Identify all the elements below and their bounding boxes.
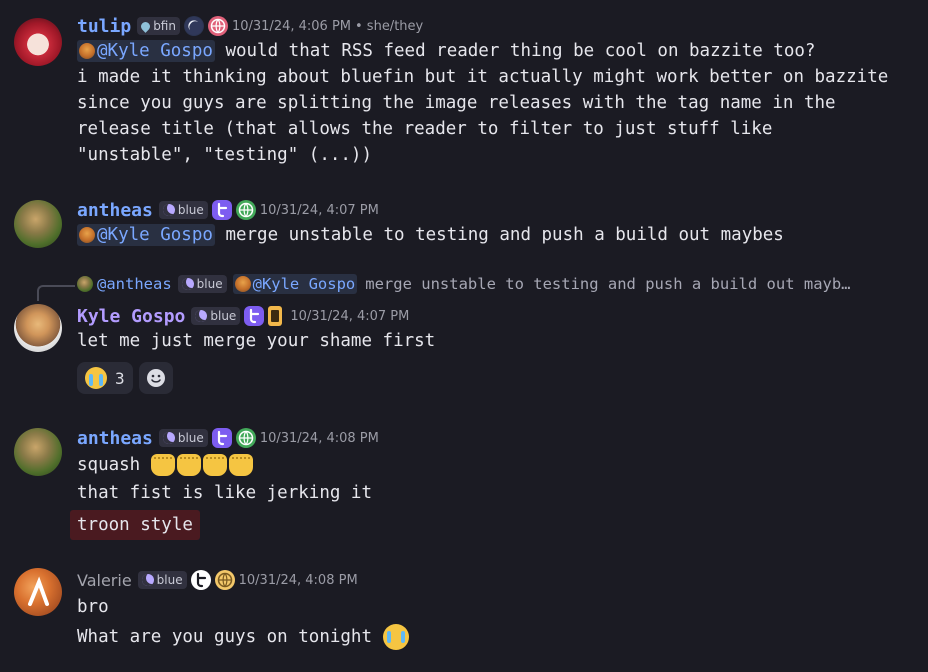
timestamp[interactable]: 10/31/24, 4:07 PM	[290, 309, 409, 324]
author-name[interactable]: antheas	[77, 428, 153, 449]
pronouns: • she/they	[355, 18, 424, 34]
mention-avatar	[234, 276, 251, 292]
reply-author[interactable]: @antheas	[97, 275, 172, 293]
globe-yellow-icon	[214, 570, 235, 590]
bazzite-logo-icon	[244, 306, 265, 326]
role-tag: bfin	[137, 17, 180, 35]
role-tag: blue	[137, 571, 187, 589]
author-name[interactable]: tulip	[77, 16, 131, 37]
bazzite-logo-icon	[211, 428, 232, 448]
smiley-add-icon	[146, 369, 165, 387]
moon-icon	[162, 432, 175, 444]
user-mention[interactable]: @Kyle Gospo	[232, 274, 358, 294]
avatar[interactable]	[14, 200, 62, 248]
reactions-bar: 3	[77, 362, 920, 394]
message-text: would that RSS feed reader thing be cool…	[214, 41, 816, 61]
globe-green-icon	[235, 200, 256, 220]
reaction-crying[interactable]: 3	[77, 362, 133, 394]
mobile-phone-icon	[268, 306, 283, 326]
moon-icon	[181, 278, 194, 290]
message-text: squash	[77, 455, 141, 475]
fedora-moon-icon	[183, 16, 204, 36]
bazzite-logo-icon	[211, 200, 232, 220]
lambda-icon	[28, 576, 49, 606]
reply-spine	[37, 285, 75, 301]
avatar[interactable]	[14, 568, 62, 616]
role-tag: blue	[158, 429, 208, 447]
timestamp[interactable]: 10/31/24, 4:08 PM	[239, 573, 358, 588]
add-reaction-button[interactable]	[138, 362, 173, 394]
raised-fist-emoji	[150, 454, 255, 476]
message-text: What are you guys on tonight	[77, 627, 373, 647]
avatar[interactable]	[14, 18, 62, 66]
message-text: bro	[77, 597, 109, 617]
author-name[interactable]: antheas	[77, 200, 153, 221]
message-text: i made it thinking about bluefin but it …	[77, 67, 889, 165]
role-tag: blue	[177, 275, 227, 293]
author-name[interactable]: Kyle Gospo	[77, 306, 185, 327]
timestamp[interactable]: 10/31/24, 4:07 PM	[260, 203, 379, 218]
user-mention[interactable]: @Kyle Gospo	[77, 40, 215, 62]
reply-preview[interactable]: @antheas blue @Kyle Gospo merge unstable…	[77, 274, 922, 294]
message-text: let me just merge your shame first	[77, 331, 436, 351]
moon-icon	[141, 574, 154, 586]
role-tag: blue	[158, 201, 208, 219]
timestamp[interactable]: 10/31/24, 4:06 PM	[232, 19, 351, 34]
moon-icon	[195, 310, 208, 322]
role-tag: blue	[191, 307, 241, 325]
bazzite-white-icon	[190, 570, 211, 590]
globe-green-icon	[235, 428, 256, 448]
drop-icon	[139, 19, 153, 33]
chat-log: tulip bfin 10/31/24, 4:06 PM • she/they …	[0, 0, 928, 672]
user-mention[interactable]: @Kyle Gospo	[77, 224, 215, 246]
globe-pink-icon	[207, 16, 228, 36]
mention-avatar	[79, 227, 95, 243]
reply-avatar	[77, 276, 93, 292]
spoiler-text[interactable]: troon style	[70, 510, 200, 540]
moon-icon	[162, 204, 175, 216]
avatar[interactable]	[14, 428, 62, 476]
loudly-crying-face-icon	[382, 624, 409, 650]
timestamp[interactable]: 10/31/24, 4:08 PM	[260, 431, 379, 446]
author-name[interactable]: Valerie	[77, 571, 132, 590]
reply-text: merge unstable to testing and push a bui…	[365, 275, 851, 293]
loudly-crying-face-icon	[85, 367, 107, 389]
message-text: that fist is like jerking it	[77, 483, 373, 503]
message-text: merge unstable to testing and push a bui…	[214, 225, 784, 245]
mention-avatar	[79, 43, 95, 59]
avatar[interactable]	[14, 304, 62, 352]
